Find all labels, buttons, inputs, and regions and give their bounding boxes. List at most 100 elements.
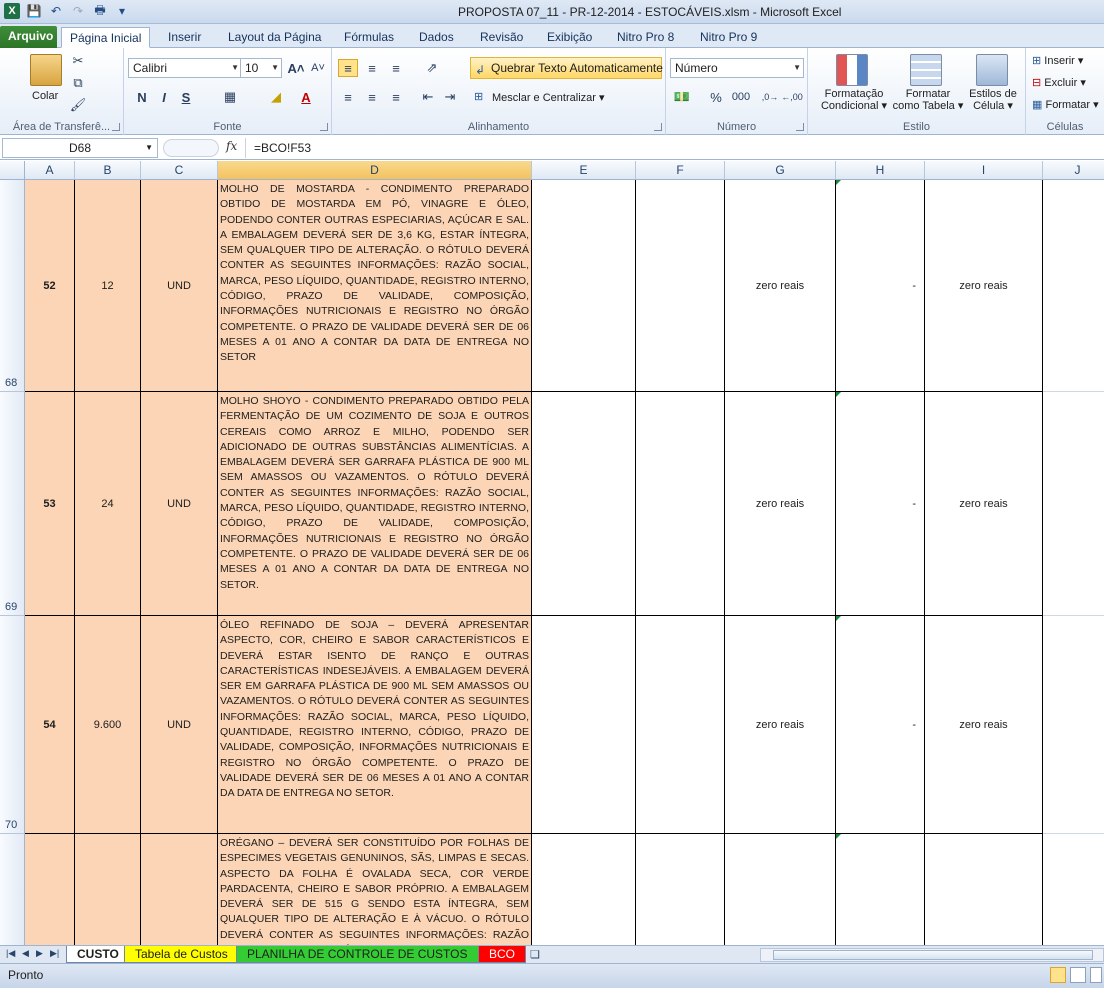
cell-i70[interactable]: zero reais <box>925 616 1043 834</box>
format-as-table-icon[interactable] <box>910 54 942 86</box>
cell-d71[interactable]: ORÉGANO – DEVERÁ SER CONSTITUÍDO POR FOL… <box>218 834 532 945</box>
cell-a71[interactable] <box>25 834 75 945</box>
borders-icon[interactable]: ▦ <box>220 88 240 106</box>
column-header-e[interactable]: E <box>532 161 636 180</box>
merge-center-button[interactable]: ⊞ Mesclar e Centralizar ▾ <box>474 91 605 104</box>
format-cells-button[interactable]: ▦ Formatar ▾ <box>1032 98 1099 111</box>
conditional-format-button[interactable]: Formatação Condicional ▾ <box>818 88 890 112</box>
cell-j69[interactable] <box>1043 392 1104 616</box>
increase-decimal-icon[interactable]: ,0→ <box>760 88 780 106</box>
shrink-font-icon[interactable]: A˅ <box>308 59 328 77</box>
tab-file[interactable]: Arquivo <box>0 26 57 48</box>
row-header-70[interactable]: 70 <box>0 616 25 834</box>
number-format-select[interactable]: Número ▼ <box>670 58 804 78</box>
formula-bar-divider[interactable] <box>163 139 219 157</box>
cell-i68[interactable]: zero reais <box>925 180 1043 392</box>
page-layout-view-icon[interactable] <box>1070 967 1086 983</box>
cell-f69[interactable] <box>636 392 725 616</box>
row-header-71[interactable] <box>0 834 25 945</box>
cell-styles-icon[interactable] <box>976 54 1008 86</box>
normal-view-icon[interactable] <box>1050 967 1066 983</box>
cell-i69[interactable]: zero reais <box>925 392 1043 616</box>
cell-a68[interactable]: 52 <box>25 180 75 392</box>
tab-formulas[interactable]: Fórmulas <box>336 27 402 48</box>
prev-sheet-icon[interactable]: ◀ <box>22 948 29 959</box>
format-painter-icon[interactable]: 🖌 <box>68 96 88 114</box>
delete-cells-button[interactable]: ⊟ Excluir ▾ <box>1032 76 1086 89</box>
sheet-tab-tabela-de-custos[interactable]: Tabela de Custos <box>124 946 239 963</box>
align-left-icon[interactable]: ≡ <box>338 88 358 106</box>
align-right-icon[interactable]: ≡ <box>386 88 406 106</box>
column-header-c[interactable]: C <box>141 161 218 180</box>
column-header-b[interactable]: B <box>75 161 141 180</box>
sheet-tab-planilha-de-controle[interactable]: PLANILHA DE CONTROLE DE CUSTOS <box>236 946 479 963</box>
row-header-68[interactable]: 68 <box>0 180 25 392</box>
sheet-tab-bco[interactable]: BCO <box>478 946 527 963</box>
tab-nitro-9[interactable]: Nitro Pro 9 <box>692 27 765 48</box>
cell-h71[interactable] <box>836 834 925 945</box>
last-sheet-icon[interactable]: ▶| <box>50 948 59 959</box>
insert-sheet-icon[interactable]: ❏ <box>530 948 540 961</box>
cell-b68[interactable]: 12 <box>75 180 141 392</box>
cell-d69[interactable]: MOLHO SHOYO - CONDIMENTO PREPARADO OBTID… <box>218 392 532 616</box>
formula-input[interactable]: =BCO!F53 <box>245 138 1104 158</box>
underline-button[interactable]: S <box>176 88 196 106</box>
tab-view[interactable]: Exibição <box>539 27 600 48</box>
cell-a70[interactable]: 54 <box>25 616 75 834</box>
cell-d70[interactable]: ÓLEO REFINADO DE SOJA – DEVERÁ APRESENTA… <box>218 616 532 834</box>
cell-e70[interactable] <box>532 616 636 834</box>
percent-button[interactable]: % <box>706 88 726 106</box>
column-header-a[interactable]: A <box>25 161 75 180</box>
currency-icon[interactable]: 💵 <box>672 88 692 106</box>
column-header-i[interactable]: I <box>925 161 1043 180</box>
cell-styles-button[interactable]: Estilos de Célula ▾ <box>966 88 1020 112</box>
cell-g70[interactable]: zero reais <box>725 616 836 834</box>
cell-d68[interactable]: MOLHO DE MOSTARDA - CONDIMENTO PREPARADO… <box>218 180 532 392</box>
cell-c71[interactable] <box>141 834 218 945</box>
paste-button[interactable]: Colar <box>32 90 58 102</box>
decrease-indent-icon[interactable]: ⇤ <box>418 88 438 106</box>
cell-b70[interactable]: 9.600 <box>75 616 141 834</box>
cell-g71[interactable] <box>725 834 836 945</box>
save-icon[interactable]: 💾 <box>26 3 42 19</box>
first-sheet-icon[interactable]: |◀ <box>6 948 15 959</box>
undo-icon[interactable]: ↶ <box>48 3 64 19</box>
font-name-select[interactable]: Calibri ▼ <box>128 58 242 78</box>
cell-g69[interactable]: zero reais <box>725 392 836 616</box>
copy-icon[interactable]: ⧉ <box>68 74 88 92</box>
tab-page-layout[interactable]: Layout da Página <box>220 27 329 48</box>
align-bottom-icon[interactable]: ≡ <box>386 59 406 77</box>
customize-toolbar-icon[interactable]: ▾ <box>114 3 130 19</box>
italic-button[interactable]: I <box>154 88 174 106</box>
column-header-g[interactable]: G <box>725 161 836 180</box>
next-sheet-icon[interactable]: ▶ <box>36 948 43 959</box>
cell-f70[interactable] <box>636 616 725 834</box>
name-box[interactable]: D68 ▼ <box>2 138 158 158</box>
print-preview-icon[interactable]: 🖶 <box>92 3 108 19</box>
horizontal-scroll-thumb[interactable] <box>773 950 1093 960</box>
column-header-h[interactable]: H <box>836 161 925 180</box>
cell-j70[interactable] <box>1043 616 1104 834</box>
cell-f71[interactable] <box>636 834 725 945</box>
font-size-select[interactable]: 10 ▼ <box>240 58 282 78</box>
cell-b69[interactable]: 24 <box>75 392 141 616</box>
wrap-text-button[interactable]: ↲ Quebrar Texto Automaticamente <box>470 57 663 79</box>
horizontal-scrollbar[interactable] <box>760 948 1104 962</box>
column-header-j[interactable]: J <box>1043 161 1104 180</box>
paste-icon[interactable] <box>30 54 62 86</box>
cell-j68[interactable] <box>1043 180 1104 392</box>
cell-e68[interactable] <box>532 180 636 392</box>
redo-icon[interactable]: ↷ <box>70 3 86 19</box>
cell-i71[interactable] <box>925 834 1043 945</box>
alignment-launcher-icon[interactable] <box>654 123 662 131</box>
sheet-tab-custo[interactable]: CUSTO <box>66 946 130 963</box>
insert-function-icon[interactable]: fx <box>226 139 237 153</box>
row-header-69[interactable]: 69 <box>0 392 25 616</box>
cut-icon[interactable]: ✂ <box>68 52 88 70</box>
increase-indent-icon[interactable]: ⇥ <box>440 88 460 106</box>
cell-c68[interactable]: UND <box>141 180 218 392</box>
tab-nitro-8[interactable]: Nitro Pro 8 <box>609 27 682 48</box>
column-header-f[interactable]: F <box>636 161 725 180</box>
align-top-icon[interactable]: ≡ <box>338 59 358 77</box>
font-launcher-icon[interactable] <box>320 123 328 131</box>
